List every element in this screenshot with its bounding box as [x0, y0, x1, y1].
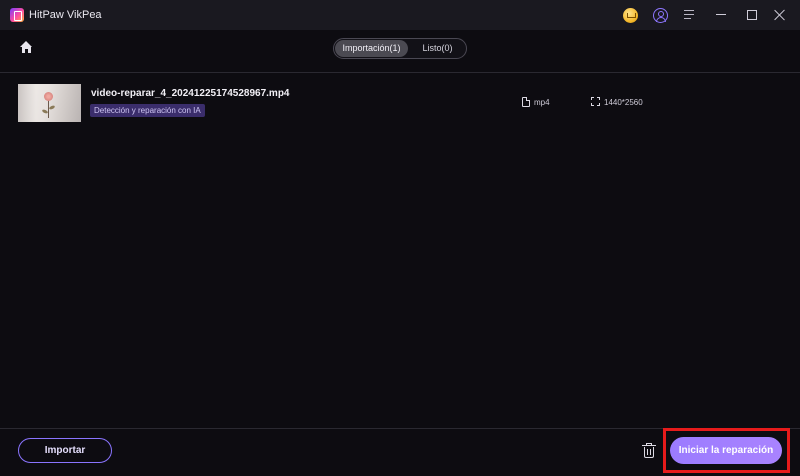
file-resolution: 1440*2560	[604, 98, 643, 107]
account-icon[interactable]	[653, 8, 668, 23]
tab-listo[interactable]: Listo(0)	[410, 40, 465, 57]
tab-switcher: Importación(1) Listo(0)	[333, 38, 467, 59]
file-format: mp4	[534, 98, 550, 107]
import-button[interactable]: Importar	[18, 438, 112, 463]
close-icon[interactable]	[774, 9, 786, 21]
file-format-icon	[522, 97, 530, 107]
video-thumbnail[interactable]	[18, 84, 81, 122]
home-icon[interactable]	[20, 41, 33, 53]
trash-icon[interactable]	[642, 443, 656, 459]
menu-icon[interactable]	[684, 10, 696, 20]
resolution-icon	[591, 97, 600, 106]
start-repair-button[interactable]: Iniciar la reparación	[670, 437, 782, 464]
maximize-icon[interactable]	[747, 10, 757, 20]
app-title: HitPaw VikPea	[29, 9, 102, 21]
ai-mode-badge: Detección y reparación con IA	[90, 104, 205, 117]
premium-crown-icon[interactable]	[623, 8, 638, 23]
title-bar: HitPaw VikPea	[0, 0, 800, 30]
minimize-icon[interactable]	[716, 14, 726, 16]
app-logo-icon	[10, 8, 24, 22]
header-divider	[0, 72, 800, 73]
file-name: video-reparar_4_20241225174528967.mp4	[91, 88, 290, 99]
tab-importacion[interactable]: Importación(1)	[335, 40, 408, 57]
